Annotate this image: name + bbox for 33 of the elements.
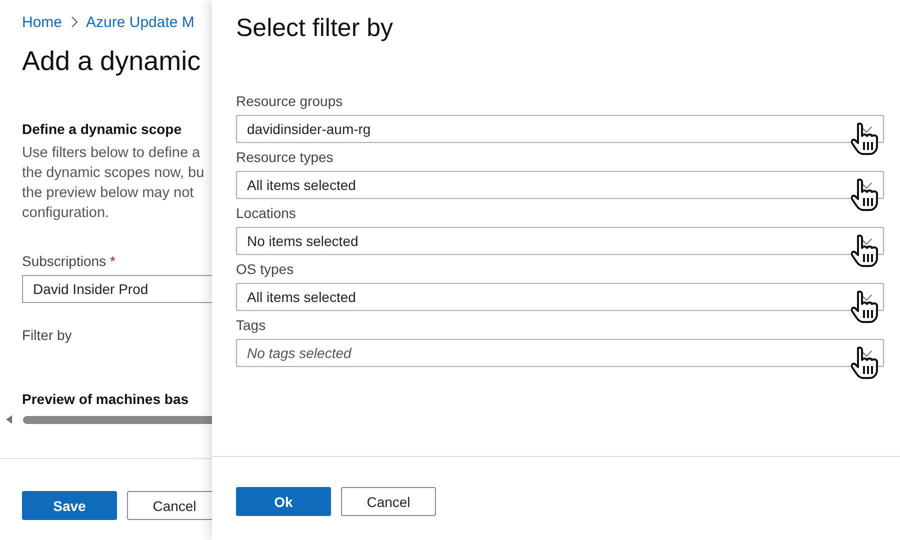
chevron-down-icon [860, 294, 873, 300]
required-mark: * [110, 253, 116, 269]
hand-cursor-icon [851, 178, 881, 212]
section-heading: Preview of machines bas [22, 391, 190, 407]
scroll-left-icon[interactable] [6, 415, 13, 424]
chevron-down-icon [860, 238, 873, 244]
field-label: Locations [236, 204, 297, 223]
breadcrumb-link[interactable]: Home [22, 14, 62, 30]
primary-button[interactable]: Save [22, 491, 117, 520]
field-label: OS types [236, 260, 295, 279]
section-heading: Define a dynamic scope [22, 121, 183, 137]
chevron-right-icon [70, 16, 78, 28]
hand-cursor-icon [851, 290, 881, 324]
panel-title: Select filter by [236, 14, 394, 43]
field-label: Filter by [22, 327, 73, 343]
field-label: Resource groups [236, 92, 344, 111]
description-text: Use filters below to define a the dynamic scopes now, bu the preview below may not configuration. [22, 144, 206, 223]
chevron-down-icon [860, 350, 873, 356]
field-label: Tags [236, 316, 267, 335]
scrollbar-thumb[interactable] [23, 416, 212, 424]
field-label: Subscriptions [22, 253, 106, 269]
hand-cursor-icon [851, 346, 881, 380]
chevron-down-icon [860, 182, 873, 188]
hand-cursor-icon [851, 234, 881, 268]
hand-cursor-icon [851, 122, 881, 156]
subscription-dropdown[interactable]: David Insider Prod [22, 275, 212, 303]
secondary-button[interactable]: Cancel [341, 487, 436, 516]
primary-button[interactable]: Ok [236, 487, 331, 516]
secondary-button[interactable]: Cancel [127, 491, 212, 520]
field-label: Resource types [236, 148, 334, 167]
breadcrumb-link[interactable]: Azure Update M [86, 14, 194, 30]
chevron-down-icon [860, 126, 873, 132]
page-title: Add a dynamic [22, 46, 202, 77]
